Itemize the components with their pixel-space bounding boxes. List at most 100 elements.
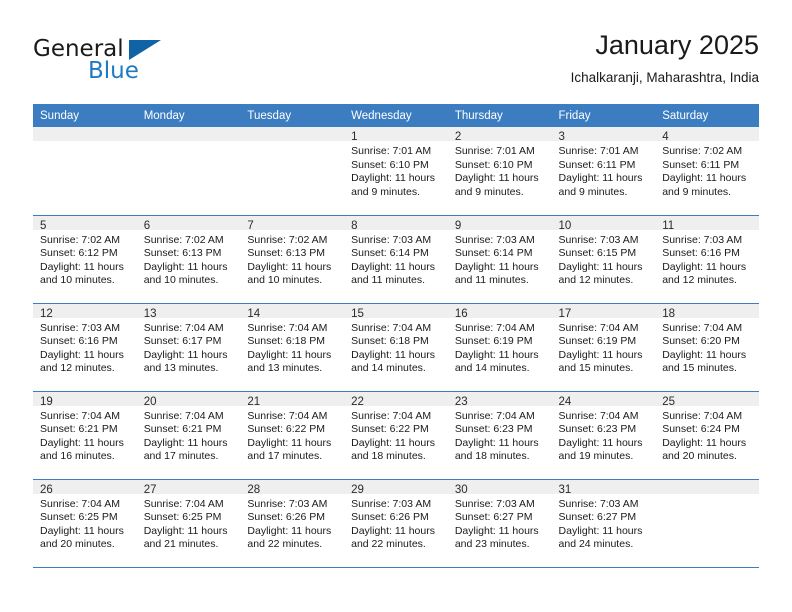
calendar-day-cell[interactable]: 14 Sunrise: 7:04 AM Sunset: 6:18 PM Dayligh…	[240, 303, 345, 392]
day-details: Sunrise: 7:04 AM Sunset: 6:25 PM Daylight:…	[137, 494, 241, 552]
calendar-day-cell[interactable]: 21 Sunrise: 7:04 AM Sunset: 6:22 PM Dayligh…	[240, 391, 345, 480]
calendar-day-cell[interactable]: 6 Sunrise: 7:02 AM Sunset: 6:13 PM Daylight…	[136, 215, 241, 304]
daylight-text-line2: and 15 minutes.	[558, 362, 634, 375]
sunset-text: Sunset: 6:18 PM	[351, 335, 429, 348]
calendar-day-cell[interactable]: 31 Sunrise: 7:03 AM Sunset: 6:27 PM Dayligh…	[551, 479, 656, 568]
daylight-text-line1: Daylight: 11 hours	[351, 260, 435, 273]
daylight-text-line1: Daylight: 11 hours	[351, 172, 435, 185]
calendar-day-cell[interactable]: 9 Sunrise: 7:03 AM Sunset: 6:14 PM Daylight…	[447, 215, 552, 304]
calendar-day-cell[interactable]: 27 Sunrise: 7:04 AM Sunset: 6:25 PM Dayligh…	[136, 479, 241, 568]
calendar-day-cell[interactable]: 20 Sunrise: 7:04 AM Sunset: 6:21 PM Dayligh…	[136, 391, 241, 480]
sunrise-text: Sunrise: 7:04 AM	[143, 321, 224, 334]
day-details: Sunrise: 7:01 AM Sunset: 6:10 PM Daylight:…	[344, 141, 448, 199]
calendar-day-cell[interactable]: 1 Sunrise: 7:01 AM Sunset: 6:10 PM Daylight…	[344, 127, 448, 216]
day-details: Sunrise: 7:04 AM Sunset: 6:19 PM Daylight:…	[448, 318, 552, 376]
sunset-text: Sunset: 6:13 PM	[143, 247, 222, 260]
day-details: Sunrise: 7:03 AM Sunset: 6:14 PM Daylight:…	[344, 230, 448, 288]
calendar-day-cell[interactable]: 5 Sunrise: 7:02 AM Sunset: 6:12 PM Daylight…	[33, 215, 137, 304]
location-subtitle: Ichalkaranji, Maharashtra, India	[570, 70, 759, 85]
daylight-text-line1: Daylight: 11 hours	[558, 348, 643, 361]
day-number: 3	[551, 127, 656, 143]
general-blue-logo[interactable]: General Blue	[33, 36, 233, 92]
daylight-text-line2: and 9 minutes.	[558, 185, 628, 198]
day-number: 1	[344, 127, 448, 143]
triangle-icon	[129, 40, 161, 60]
day-details: Sunrise: 7:04 AM Sunset: 6:17 PM Daylight:…	[137, 318, 241, 376]
sunset-text: Sunset: 6:13 PM	[247, 247, 326, 260]
calendar-day-cell[interactable]: 17 Sunrise: 7:04 AM Sunset: 6:19 PM Dayligh…	[551, 303, 656, 392]
day-details: Sunrise: 7:01 AM Sunset: 6:10 PM Daylight:…	[448, 141, 552, 199]
day-number: 5	[33, 215, 137, 232]
daylight-text-line1: Daylight: 11 hours	[351, 524, 435, 537]
sunset-text: Sunset: 6:22 PM	[247, 423, 326, 436]
calendar-day-cell[interactable]: 2 Sunrise: 7:01 AM Sunset: 6:10 PM Daylight…	[447, 127, 552, 216]
daylight-text-line2: and 16 minutes.	[40, 450, 115, 463]
sunset-text: Sunset: 6:24 PM	[662, 423, 740, 436]
calendar-day-cell[interactable]: 7 Sunrise: 7:02 AM Sunset: 6:13 PM Daylight…	[240, 215, 345, 304]
day-number: 2	[447, 127, 552, 143]
day-number: 7	[240, 215, 345, 232]
sunset-text: Sunset: 6:18 PM	[247, 335, 326, 348]
calendar-day-cell[interactable]: 15 Sunrise: 7:04 AM Sunset: 6:18 PM Dayligh…	[344, 303, 448, 392]
calendar-day-cell[interactable]: 3 Sunrise: 7:01 AM Sunset: 6:11 PM Daylight…	[551, 127, 656, 216]
sunrise-text: Sunrise: 7:04 AM	[558, 321, 639, 334]
daylight-text-line1: Daylight: 11 hours	[558, 172, 643, 185]
sunrise-text: Sunrise: 7:02 AM	[40, 233, 120, 246]
calendar-day-cell[interactable]: 26 Sunrise: 7:04 AM Sunset: 6:25 PM Dayligh…	[33, 479, 137, 568]
calendar-day-cell[interactable]: 12 Sunrise: 7:03 AM Sunset: 6:16 PM Dayligh…	[33, 303, 137, 392]
title-block: January 2025 Ichalkaranji, Maharashtra, …	[571, 28, 759, 88]
sunset-text: Sunset: 6:14 PM	[454, 247, 533, 260]
daylight-text-line1: Daylight: 11 hours	[351, 348, 435, 361]
calendar-day-cell[interactable]: 13 Sunrise: 7:04 AM Sunset: 6:17 PM Dayligh…	[136, 303, 241, 392]
day-number: 14	[240, 303, 345, 320]
calendar-day-cell[interactable]: 28 Sunrise: 7:03 AM Sunset: 6:26 PM Dayligh…	[240, 479, 345, 568]
day-details: Sunrise: 7:03 AM Sunset: 6:16 PM Daylight:…	[33, 318, 137, 376]
daylight-text-line2: and 23 minutes.	[454, 538, 530, 551]
day-details: Sunrise: 7:04 AM Sunset: 6:23 PM Daylight:…	[448, 406, 552, 464]
day-details: Sunrise: 7:03 AM Sunset: 6:16 PM Daylight:…	[655, 230, 759, 288]
day-details: Sunrise: 7:04 AM Sunset: 6:21 PM Daylight:…	[137, 406, 241, 464]
calendar-day-cell[interactable]: 19 Sunrise: 7:04 AM Sunset: 6:21 PM Dayligh…	[33, 391, 137, 480]
daylight-text-line2: and 18 minutes.	[454, 450, 530, 463]
daylight-text-line1: Daylight: 11 hours	[143, 524, 228, 537]
day-number: 21	[240, 391, 345, 408]
calendar-day-cell[interactable]: 10 Sunrise: 7:03 AM Sunset: 6:15 PM Dayligh…	[551, 215, 656, 304]
day-details: Sunrise: 7:03 AM Sunset: 6:26 PM Daylight:…	[344, 494, 448, 552]
calendar-day-cell[interactable]: 18 Sunrise: 7:04 AM Sunset: 6:20 PM Dayligh…	[655, 303, 759, 392]
calendar-day-cell[interactable]: 11 Sunrise: 7:03 AM Sunset: 6:16 PM Dayligh…	[655, 215, 759, 304]
daylight-text-line2: and 11 minutes.	[454, 274, 529, 287]
calendar-day-cell-empty	[240, 127, 345, 216]
sunset-text: Sunset: 6:17 PM	[143, 335, 222, 348]
calendar-day-cell[interactable]: 8 Sunrise: 7:03 AM Sunset: 6:14 PM Daylight…	[344, 215, 448, 304]
sunrise-text: Sunrise: 7:04 AM	[40, 409, 120, 422]
sunrise-text: Sunrise: 7:03 AM	[40, 321, 120, 334]
sunrise-text: Sunrise: 7:04 AM	[454, 321, 535, 334]
daylight-text-line1: Daylight: 11 hours	[247, 436, 332, 449]
day-details: Sunrise: 7:01 AM Sunset: 6:11 PM Daylight:…	[552, 141, 656, 199]
day-details: Sunrise: 7:02 AM Sunset: 6:13 PM Daylight:…	[240, 230, 344, 288]
day-number: 27	[136, 479, 241, 496]
sunset-text: Sunset: 6:23 PM	[558, 423, 637, 436]
sunrise-text: Sunrise: 7:01 AM	[351, 145, 432, 157]
calendar-day-cell[interactable]: 24 Sunrise: 7:04 AM Sunset: 6:23 PM Dayligh…	[551, 391, 656, 480]
sunset-text: Sunset: 6:27 PM	[454, 511, 533, 524]
day-number: 24	[551, 391, 656, 408]
daylight-text-line2: and 10 minutes.	[247, 274, 323, 287]
daylight-text-line2: and 9 minutes.	[351, 185, 420, 198]
calendar-day-cell[interactable]: 25 Sunrise: 7:04 AM Sunset: 6:24 PM Dayligh…	[655, 391, 759, 480]
sunrise-text: Sunrise: 7:02 AM	[247, 233, 328, 246]
calendar-day-cell[interactable]: 29 Sunrise: 7:03 AM Sunset: 6:26 PM Dayligh…	[344, 479, 448, 568]
calendar-day-cell[interactable]: 30 Sunrise: 7:03 AM Sunset: 6:27 PM Dayligh…	[447, 479, 552, 568]
sunset-text: Sunset: 6:16 PM	[662, 247, 740, 260]
daylight-text-line1: Daylight: 11 hours	[247, 524, 332, 537]
day-details: Sunrise: 7:04 AM Sunset: 6:19 PM Daylight:…	[552, 318, 656, 376]
day-number: 15	[344, 303, 448, 320]
calendar-day-cell[interactable]: 23 Sunrise: 7:04 AM Sunset: 6:23 PM Dayligh…	[447, 391, 552, 480]
sunrise-text: Sunrise: 7:04 AM	[143, 497, 224, 510]
calendar-day-cell[interactable]: 16 Sunrise: 7:04 AM Sunset: 6:19 PM Dayligh…	[447, 303, 552, 392]
day-details: Sunrise: 7:04 AM Sunset: 6:22 PM Daylight:…	[240, 406, 344, 464]
sunrise-text: Sunrise: 7:03 AM	[351, 233, 432, 246]
calendar-day-cell[interactable]: 4 Sunrise: 7:02 AM Sunset: 6:11 PM Daylight…	[655, 127, 759, 216]
calendar-day-cell[interactable]: 22 Sunrise: 7:04 AM Sunset: 6:22 PM Dayligh…	[344, 391, 448, 480]
sunrise-text: Sunrise: 7:03 AM	[662, 233, 743, 246]
